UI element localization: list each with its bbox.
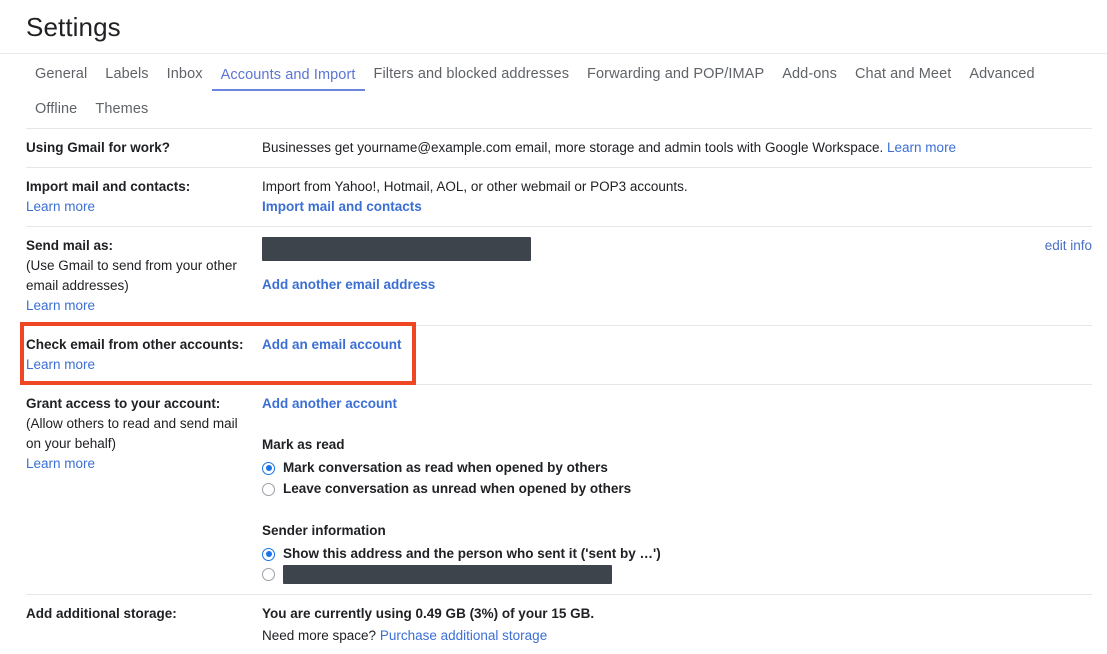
tab-labels[interactable]: Labels bbox=[96, 54, 157, 91]
row-value: You are currently using 0.49 GB (3%) of … bbox=[262, 604, 1092, 646]
tab-offline[interactable]: Offline bbox=[26, 94, 86, 126]
spacer bbox=[262, 414, 1092, 435]
add-another-email-address-link[interactable]: Add another email address bbox=[262, 275, 1092, 295]
sender-information-option-show[interactable]: Show this address and the person who sen… bbox=[262, 544, 1092, 564]
mark-as-read-title: Mark as read bbox=[262, 435, 1092, 455]
row-value: Businesses get yourname@example.com emai… bbox=[262, 138, 1092, 158]
storage-usage-text: You are currently using 0.49 GB (3%) of … bbox=[262, 604, 1092, 624]
mark-as-read-option-read[interactable]: Mark conversation as read when opened by… bbox=[262, 458, 1092, 478]
tab-chat-and-meet[interactable]: Chat and Meet bbox=[846, 54, 960, 91]
storage-need-space-line: Need more space? Purchase additional sto… bbox=[262, 626, 1092, 646]
row-using-gmail-for-work: Using Gmail for work? Businesses get you… bbox=[26, 128, 1092, 167]
row-label: Import mail and contacts: Learn more bbox=[26, 177, 262, 217]
row-value: Import from Yahoo!, Hotmail, AOL, or oth… bbox=[262, 177, 1092, 217]
tab-row-primary: General Labels Inbox Accounts and Import… bbox=[26, 54, 1081, 91]
check-email-learn-more-link[interactable]: Learn more bbox=[26, 355, 252, 375]
row-import-mail-and-contacts: Import mail and contacts: Learn more Imp… bbox=[26, 167, 1092, 226]
import-mail-and-contacts-link[interactable]: Import mail and contacts bbox=[262, 197, 1092, 217]
row-grant-access-to-your-account: Grant access to your account: (Allow oth… bbox=[26, 384, 1092, 594]
edit-info-link[interactable]: edit info bbox=[1045, 236, 1092, 256]
tab-inbox[interactable]: Inbox bbox=[158, 54, 212, 91]
row-value: Add an email account bbox=[262, 335, 1092, 355]
using-gmail-for-work-text: Businesses get yourname@example.com emai… bbox=[262, 140, 883, 155]
redacted-sender-option bbox=[283, 565, 612, 584]
sender-information-option-redacted[interactable] bbox=[262, 565, 1092, 584]
tab-filters-and-blocked-addresses[interactable]: Filters and blocked addresses bbox=[365, 54, 579, 91]
send-mail-as-learn-more-link[interactable]: Learn more bbox=[26, 296, 252, 316]
tab-row-secondary: Offline Themes bbox=[26, 94, 1081, 126]
redacted-email-address bbox=[262, 237, 531, 261]
grant-access-learn-more-link[interactable]: Learn more bbox=[26, 454, 252, 474]
using-gmail-for-work-label: Using Gmail for work? bbox=[26, 140, 170, 155]
row-value: Add another email address edit info bbox=[262, 236, 1092, 295]
add-additional-storage-label: Add additional storage: bbox=[26, 606, 177, 621]
import-mail-learn-more-link[interactable]: Learn more bbox=[26, 197, 252, 217]
row-label: Grant access to your account: (Allow oth… bbox=[26, 394, 262, 474]
mark-as-read-option-unread-label: Leave conversation as unread when opened… bbox=[283, 479, 631, 499]
tab-general[interactable]: General bbox=[26, 54, 96, 91]
tab-themes[interactable]: Themes bbox=[86, 94, 157, 126]
import-mail-label: Import mail and contacts: bbox=[26, 179, 190, 194]
using-gmail-learn-more-link[interactable]: Learn more bbox=[887, 140, 956, 155]
need-more-space-text: Need more space? bbox=[262, 628, 376, 643]
row-value: Add another account Mark as read Mark co… bbox=[262, 394, 1092, 585]
radio-leave-unread-icon[interactable] bbox=[262, 483, 275, 496]
settings-content: Using Gmail for work? Businesses get you… bbox=[0, 128, 1107, 654]
page-title: Settings bbox=[0, 0, 1107, 44]
row-check-email-from-other-accounts: Check email from other accounts: Learn m… bbox=[26, 325, 1092, 384]
mark-as-read-option-read-label: Mark conversation as read when opened by… bbox=[283, 458, 608, 478]
send-mail-as-label: Send mail as: bbox=[26, 238, 113, 253]
row-label: Using Gmail for work? bbox=[26, 138, 262, 158]
tab-advanced[interactable]: Advanced bbox=[960, 54, 1043, 91]
mark-as-read-option-unread[interactable]: Leave conversation as unread when opened… bbox=[262, 479, 1092, 499]
send-mail-as-sublabel: (Use Gmail to send from your other email… bbox=[26, 256, 252, 296]
sender-information-title: Sender information bbox=[262, 521, 1092, 541]
purchase-additional-storage-link[interactable]: Purchase additional storage bbox=[380, 628, 547, 643]
row-label: Check email from other accounts: Learn m… bbox=[26, 335, 262, 375]
grant-access-label: Grant access to your account: bbox=[26, 396, 220, 411]
row-label: Add additional storage: bbox=[26, 604, 262, 624]
radio-show-address-icon[interactable] bbox=[262, 548, 275, 561]
grant-access-sublabel: (Allow others to read and send mail on y… bbox=[26, 414, 252, 454]
tab-add-ons[interactable]: Add-ons bbox=[773, 54, 846, 91]
spacer bbox=[262, 500, 1092, 521]
radio-sender-alt-icon[interactable] bbox=[262, 568, 275, 581]
check-email-label: Check email from other accounts: bbox=[26, 337, 244, 352]
settings-tabbar: General Labels Inbox Accounts and Import… bbox=[0, 54, 1107, 126]
row-add-additional-storage: Add additional storage: You are currentl… bbox=[26, 594, 1092, 654]
settings-header: Settings bbox=[0, 0, 1107, 54]
add-an-email-account-link[interactable]: Add an email account bbox=[262, 335, 1092, 355]
tab-forwarding-and-pop-imap[interactable]: Forwarding and POP/IMAP bbox=[578, 54, 773, 91]
radio-mark-as-read-icon[interactable] bbox=[262, 462, 275, 475]
row-label: Send mail as: (Use Gmail to send from yo… bbox=[26, 236, 262, 316]
add-another-account-link[interactable]: Add another account bbox=[262, 394, 1092, 414]
row-send-mail-as: Send mail as: (Use Gmail to send from yo… bbox=[26, 226, 1092, 325]
sender-information-option-show-label: Show this address and the person who sen… bbox=[283, 544, 661, 564]
import-mail-text: Import from Yahoo!, Hotmail, AOL, or oth… bbox=[262, 177, 1092, 197]
tab-accounts-and-import[interactable]: Accounts and Import bbox=[212, 55, 365, 92]
